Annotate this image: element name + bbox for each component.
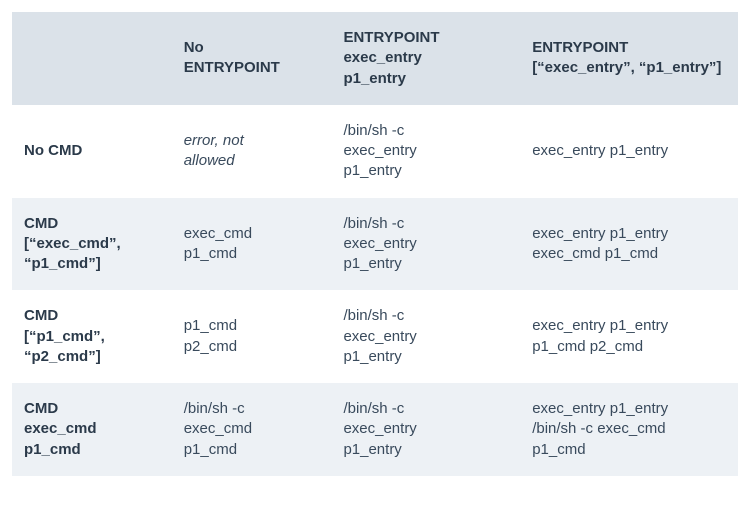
header-no-entrypoint: No ENTRYPOINT: [172, 12, 332, 105]
table-row: CMD [“p1_cmd”, “p2_cmd”] p1_cmd p2_cmd /…: [12, 290, 738, 383]
cell-cmd-shell-entrypoint-exec: exec_entry p1_entry /bin/sh -c exec_cmd …: [520, 383, 738, 476]
header-text: No: [184, 38, 320, 58]
cell-text: exec_entry: [343, 234, 508, 254]
rowhead-cmd-exec: CMD [“exec_cmd”, “p1_cmd”]: [12, 198, 172, 291]
cell-text: p2_cmd: [184, 337, 320, 357]
cell-text: /bin/sh -c: [343, 306, 508, 326]
header-entrypoint-exec: ENTRYPOINT [“exec_entry”, “p1_entry”]: [520, 12, 738, 105]
cell-text: p1_cmd: [532, 440, 726, 460]
cell-text: /bin/sh -c: [343, 399, 508, 419]
cell-text: p1_entry: [343, 347, 508, 367]
rowhead-text: CMD: [24, 306, 160, 326]
header-text: ENTRYPOINT: [184, 58, 320, 78]
cell-no-cmd-no-entrypoint: error, not allowed: [172, 105, 332, 198]
cell-text: exec_cmd: [184, 224, 320, 244]
cell-text: /bin/sh -c: [343, 214, 508, 234]
header-text: ENTRYPOINT: [343, 28, 508, 48]
header-corner-empty: [12, 12, 172, 105]
cell-text: p1_entry: [343, 440, 508, 460]
cell-text: p1_cmd: [184, 440, 320, 460]
cell-text: /bin/sh -c exec_cmd: [532, 419, 726, 439]
table-row: No CMD error, not allowed /bin/sh -c exe…: [12, 105, 738, 198]
cell-text: exec_entry p1_entry: [532, 141, 726, 161]
rowhead-text: [“p1_cmd”,: [24, 327, 160, 347]
cell-text: p1_cmd p2_cmd: [532, 337, 726, 357]
cell-text: exec_entry p1_entry: [532, 399, 726, 419]
header-entrypoint-shell: ENTRYPOINT exec_entry p1_entry: [331, 12, 520, 105]
header-text: ENTRYPOINT: [532, 38, 726, 58]
cell-text: /bin/sh -c: [184, 399, 320, 419]
cell-text: allowed: [184, 151, 320, 171]
cell-cmd-params-entrypoint-exec: exec_entry p1_entry p1_cmd p2_cmd: [520, 290, 738, 383]
table-header-row: No ENTRYPOINT ENTRYPOINT exec_entry p1_e…: [12, 12, 738, 105]
cell-text: /bin/sh -c: [343, 121, 508, 141]
cell-text: exec_entry: [343, 419, 508, 439]
entrypoint-cmd-matrix-table: No ENTRYPOINT ENTRYPOINT exec_entry p1_e…: [12, 12, 738, 476]
cell-text: exec_entry: [343, 327, 508, 347]
cell-cmd-exec-no-entrypoint: exec_cmd p1_cmd: [172, 198, 332, 291]
header-text: [“exec_entry”, “p1_entry”]: [532, 58, 726, 78]
table-row: CMD exec_cmd p1_cmd /bin/sh -c exec_cmd …: [12, 383, 738, 476]
cell-text: exec_cmd p1_cmd: [532, 244, 726, 264]
cell-cmd-shell-entrypoint-shell: /bin/sh -c exec_entry p1_entry: [331, 383, 520, 476]
cell-cmd-shell-no-entrypoint: /bin/sh -c exec_cmd p1_cmd: [172, 383, 332, 476]
rowhead-text: exec_cmd: [24, 419, 160, 439]
rowhead-no-cmd: No CMD: [12, 105, 172, 198]
cell-text: exec_cmd: [184, 419, 320, 439]
cell-no-cmd-entrypoint-shell: /bin/sh -c exec_entry p1_entry: [331, 105, 520, 198]
cell-text: exec_entry p1_entry: [532, 316, 726, 336]
cell-text: p1_cmd: [184, 316, 320, 336]
rowhead-text: CMD: [24, 399, 160, 419]
rowhead-text: No CMD: [24, 141, 160, 161]
header-text: p1_entry: [343, 69, 508, 89]
rowhead-text: “p2_cmd”]: [24, 347, 160, 367]
cell-text: p1_entry: [343, 254, 508, 274]
rowhead-text: CMD: [24, 214, 160, 234]
cell-text: exec_entry p1_entry: [532, 224, 726, 244]
cell-text: exec_entry: [343, 141, 508, 161]
cell-cmd-params-entrypoint-shell: /bin/sh -c exec_entry p1_entry: [331, 290, 520, 383]
cell-text: p1_cmd: [184, 244, 320, 264]
header-text: exec_entry: [343, 48, 508, 68]
rowhead-cmd-params: CMD [“p1_cmd”, “p2_cmd”]: [12, 290, 172, 383]
cell-no-cmd-entrypoint-exec: exec_entry p1_entry: [520, 105, 738, 198]
cell-cmd-exec-entrypoint-exec: exec_entry p1_entry exec_cmd p1_cmd: [520, 198, 738, 291]
table-row: CMD [“exec_cmd”, “p1_cmd”] exec_cmd p1_c…: [12, 198, 738, 291]
cell-text: error, not: [184, 131, 320, 151]
cell-cmd-exec-entrypoint-shell: /bin/sh -c exec_entry p1_entry: [331, 198, 520, 291]
rowhead-text: p1_cmd: [24, 440, 160, 460]
rowhead-text: [“exec_cmd”,: [24, 234, 160, 254]
rowhead-cmd-shell: CMD exec_cmd p1_cmd: [12, 383, 172, 476]
rowhead-text: “p1_cmd”]: [24, 254, 160, 274]
cell-cmd-params-no-entrypoint: p1_cmd p2_cmd: [172, 290, 332, 383]
cell-text: p1_entry: [343, 161, 508, 181]
